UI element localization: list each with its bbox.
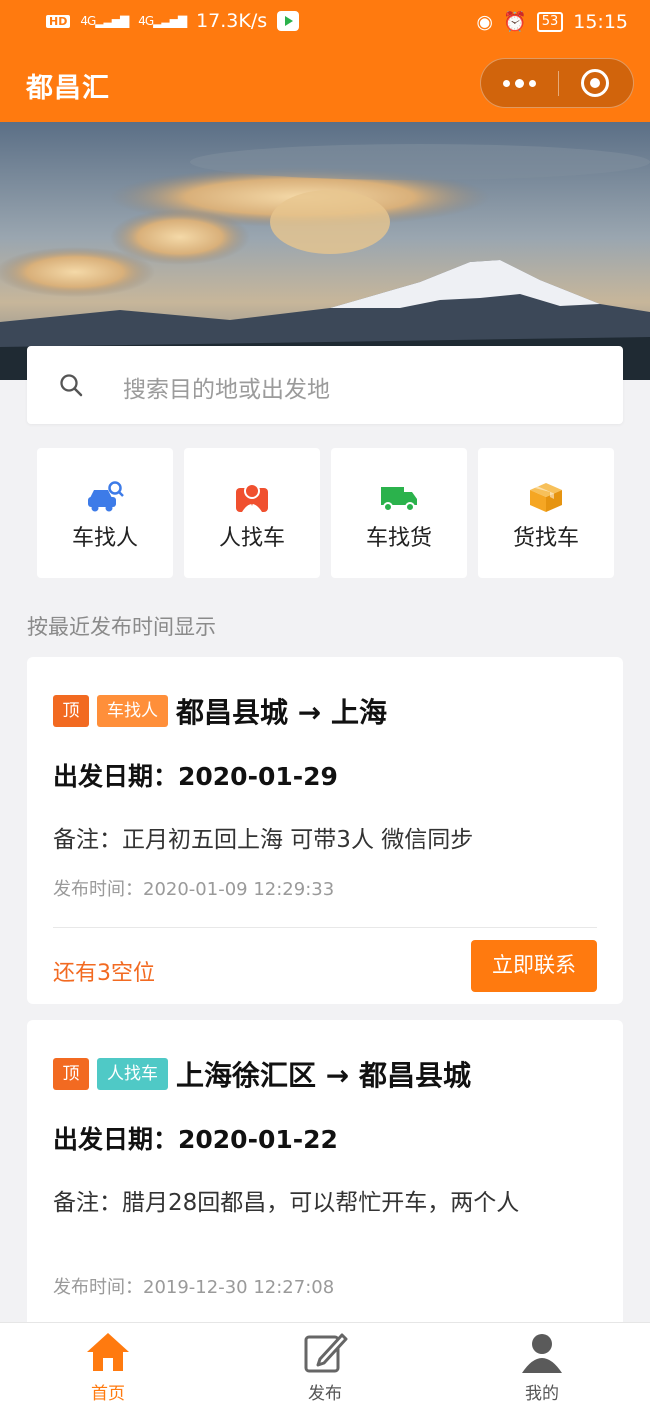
category-label: 人找车 [218, 526, 285, 551]
section-title: 按最近发布时间显示 [27, 615, 216, 639]
tab-label: 发布 [308, 1384, 342, 1404]
network-speed: 17.3K/s [196, 10, 268, 32]
category-people-find-car[interactable]: 人找车 [184, 448, 320, 578]
signal-icon-2: 4G▂▃▅▇ [138, 14, 187, 28]
status-bar: HD 4G▂▃▅▇ 4G▂▃▅▇ 17.3K/s ◉ ⏰ 53 15:15 [0, 0, 650, 46]
divider [53, 927, 597, 928]
pinned-badge: 顶 [53, 1058, 89, 1090]
app-title: 都昌汇 [26, 73, 110, 104]
video-app-icon [277, 11, 300, 31]
eye-icon: ◉ [476, 10, 494, 33]
category-label: 车找人 [71, 526, 138, 551]
seats-available: 还有3空位 [53, 961, 155, 986]
post-note: 备注：腊月28回都昌，可以帮忙开车，两个人 [53, 1190, 520, 1216]
post-route: 上海徐汇区 → 都昌县城 [176, 1059, 471, 1092]
category-label: 车找货 [365, 526, 432, 551]
post-note: 备注：正月初五回上海 可带3人 微信同步 [53, 827, 474, 853]
category-cargo-find-car[interactable]: 货找车 [478, 448, 614, 578]
departure-date: 出发日期：2020-01-22 [53, 1125, 338, 1154]
hd-badge: HD [46, 14, 71, 28]
tab-label: 我的 [525, 1384, 559, 1404]
post-card[interactable]: 顶 人找车 上海徐汇区 → 都昌县城 出发日期：2020-01-22 备注：腊月… [27, 1020, 623, 1340]
post-route: 都昌县城 → 上海 [176, 696, 387, 729]
category-car-find-cargo[interactable]: 车找货 [331, 448, 467, 578]
bottom-tab-bar: 首页 发布 我的 [0, 1322, 650, 1408]
alarm-icon: ⏰ [503, 11, 527, 33]
publish-time: 发布时间：2019-12-30 12:27:08 [53, 1277, 335, 1298]
departure-date: 出发日期：2020-01-29 [53, 762, 338, 791]
post-title-row: 顶 人找车 上海徐汇区 → 都昌县城 [53, 1054, 471, 1094]
tab-home[interactable]: 首页 [43, 1323, 173, 1408]
pinned-badge: 顶 [53, 695, 89, 727]
tab-label: 首页 [91, 1384, 125, 1404]
truck-icon [381, 487, 417, 512]
category-label: 货找车 [512, 526, 579, 551]
user-icon [522, 1334, 562, 1373]
contact-button[interactable]: 立即联系 [471, 940, 597, 992]
signal-icon: 4G▂▃▅▇ [80, 14, 129, 28]
mini-program-capsule [480, 58, 634, 108]
capsule-divider [558, 71, 559, 96]
post-card[interactable]: 顶 车找人 都昌县城 → 上海 出发日期：2020-01-29 备注：正月初五回… [27, 657, 623, 1004]
search-input[interactable]: 搜索目的地或出发地 [27, 346, 623, 424]
clock: 15:15 [573, 10, 628, 33]
category-grid: 车找人 人找车 车找货 货找车 [37, 448, 614, 578]
post-title-row: 顶 车找人 都昌县城 → 上海 [53, 691, 387, 731]
more-dots-icon[interactable] [481, 59, 558, 107]
home-icon [87, 1333, 129, 1371]
car-search-icon [88, 481, 124, 512]
tab-publish[interactable]: 发布 [260, 1323, 390, 1408]
edit-icon [304, 1333, 348, 1373]
banner-image [0, 122, 650, 380]
battery-icon: 53 [536, 11, 564, 32]
search-icon [60, 374, 83, 397]
top-bar: HD 4G▂▃▅▇ 4G▂▃▅▇ 17.3K/s ◉ ⏰ 53 15:15 都昌… [0, 0, 650, 122]
category-car-find-people[interactable]: 车找人 [37, 448, 173, 578]
person-pin-icon [236, 483, 268, 512]
search-placeholder: 搜索目的地或出发地 [123, 377, 330, 403]
tab-profile[interactable]: 我的 [477, 1323, 607, 1408]
publish-time: 发布时间：2020-01-09 12:29:33 [53, 879, 335, 900]
box-icon [530, 483, 562, 512]
post-type-badge: 人找车 [97, 1058, 168, 1090]
post-type-badge: 车找人 [97, 695, 168, 727]
target-close-icon[interactable] [581, 69, 609, 97]
